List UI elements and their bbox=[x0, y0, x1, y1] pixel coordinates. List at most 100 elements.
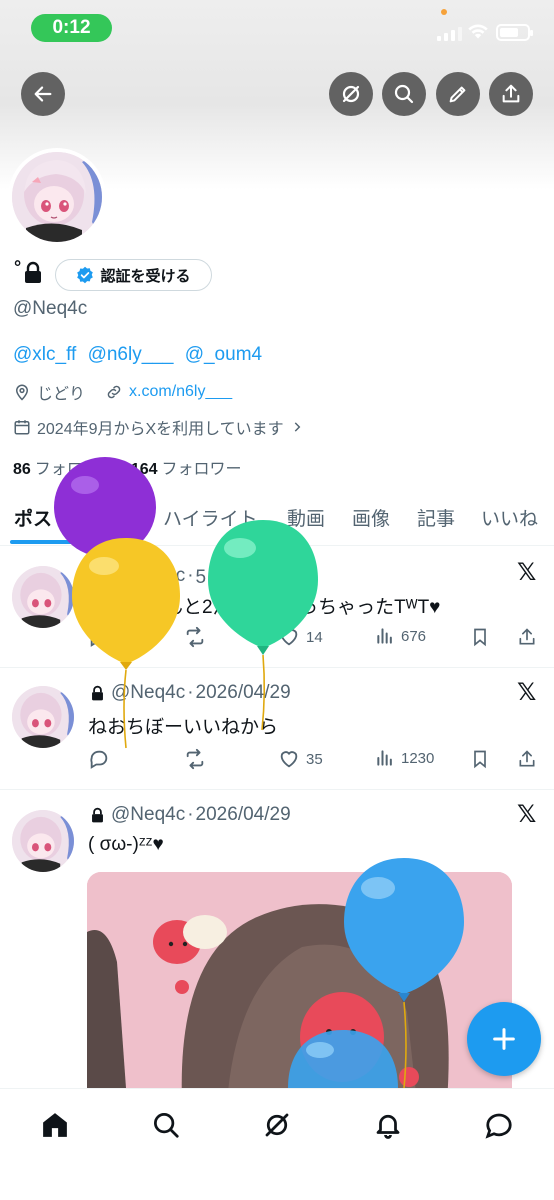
following-link[interactable]: 86 フォロー中 bbox=[13, 455, 115, 479]
tab-replies[interactable]: 返信 bbox=[98, 504, 136, 531]
views-chart-icon bbox=[377, 750, 392, 766]
x-logo-icon: 𝕏 bbox=[517, 679, 537, 706]
bio-mention-link[interactable]: @xlc_ff bbox=[13, 344, 76, 365]
share-post-button[interactable] bbox=[517, 748, 537, 770]
post-handle[interactable]: @Neq4c bbox=[111, 682, 185, 704]
tab-highlights[interactable]: ハイライト bbox=[163, 504, 258, 531]
nav-messages[interactable] bbox=[481, 1107, 517, 1143]
link-icon bbox=[107, 385, 121, 399]
view-count: 1230 bbox=[401, 749, 435, 767]
repost-button[interactable] bbox=[183, 748, 207, 770]
post-photo bbox=[87, 872, 512, 1102]
active-tab-indicator bbox=[10, 540, 79, 544]
repost-icon bbox=[186, 748, 204, 770]
compose-post-button[interactable] bbox=[467, 1002, 541, 1076]
share-icon bbox=[519, 628, 535, 645]
status-time: 0:12 bbox=[31, 14, 112, 42]
wifi-icon bbox=[468, 24, 488, 39]
like-button[interactable]: 35 bbox=[278, 748, 323, 770]
nav-search[interactable] bbox=[148, 1107, 184, 1143]
post-text: ねおちぼーいいねから bbox=[88, 717, 279, 738]
grok-button[interactable] bbox=[329, 72, 373, 116]
edit-button[interactable] bbox=[436, 72, 480, 116]
tab-images[interactable]: 画像 bbox=[352, 504, 390, 531]
profile-avatar[interactable] bbox=[8, 148, 106, 246]
bookmark-button[interactable] bbox=[470, 748, 490, 770]
post-timestamp[interactable]: 5日 bbox=[196, 562, 226, 589]
like-count: 14 bbox=[306, 628, 323, 646]
view-count: 676 bbox=[401, 627, 427, 645]
bookmark-button[interactable] bbox=[470, 626, 490, 648]
bookmark-icon bbox=[474, 628, 486, 647]
following-label: フォロー中 bbox=[34, 461, 115, 478]
post-item[interactable]: @Neq4c · 2026/04/29 𝕏 ねおちぼーいいねから 35 1230 bbox=[0, 668, 554, 790]
post-timestamp[interactable]: 2026/04/29 bbox=[196, 804, 291, 826]
post-avatar[interactable] bbox=[12, 686, 74, 748]
tab-likes[interactable]: いいね bbox=[481, 504, 538, 531]
like-count: 35 bbox=[306, 750, 323, 768]
tab-videos[interactable]: 動画 bbox=[287, 504, 325, 531]
tab-posts[interactable]: ポスト bbox=[14, 504, 71, 531]
repost-icon bbox=[186, 626, 204, 648]
signal-icon bbox=[437, 26, 462, 41]
reply-button[interactable] bbox=[88, 748, 110, 770]
post-separator: · bbox=[187, 564, 194, 586]
post-text: ( σω-)ᶻᶻ♥ bbox=[88, 834, 164, 855]
share-icon bbox=[502, 84, 520, 103]
views-button[interactable]: 1230 bbox=[375, 748, 434, 768]
share-icon bbox=[519, 750, 535, 767]
avatar-illustration bbox=[12, 152, 102, 242]
post-header: @Neq4c · 5日 bbox=[90, 562, 225, 589]
profile-website-link[interactable]: x.com/n6ly___ bbox=[129, 383, 232, 401]
like-button[interactable]: 14 bbox=[278, 626, 323, 648]
battery-icon bbox=[496, 24, 533, 41]
followers-count: 164 bbox=[130, 461, 158, 478]
search-button[interactable] bbox=[382, 72, 426, 116]
share-button[interactable] bbox=[489, 72, 533, 116]
repost-button[interactable] bbox=[183, 626, 207, 648]
reply-icon bbox=[90, 750, 108, 769]
bio-mention-link[interactable]: @n6ly___ bbox=[88, 344, 174, 365]
back-button[interactable] bbox=[21, 72, 65, 116]
pencil-icon bbox=[449, 86, 466, 103]
nav-home[interactable] bbox=[37, 1107, 73, 1143]
plus-icon bbox=[493, 1028, 515, 1050]
post-media-image[interactable] bbox=[87, 872, 512, 1102]
status-bar: 0:12 bbox=[0, 0, 554, 56]
share-post-button[interactable] bbox=[517, 626, 537, 648]
get-verified-button[interactable]: 認証を受ける bbox=[55, 259, 212, 291]
arrow-left-icon bbox=[34, 86, 52, 102]
location-pin-icon bbox=[15, 384, 29, 401]
post-separator: · bbox=[187, 682, 194, 703]
tab-articles[interactable]: 記事 bbox=[417, 504, 455, 531]
post-handle[interactable]: @Neq4c bbox=[111, 565, 185, 587]
profile-meta-row: じどり x.com/n6ly___ bbox=[13, 380, 232, 404]
profile-joined-row[interactable]: 2024年9月からXを利用しています bbox=[13, 415, 304, 439]
profile-location: じどり bbox=[37, 386, 86, 403]
views-chart-icon bbox=[377, 628, 392, 644]
bell-icon bbox=[376, 1114, 400, 1139]
bookmark-icon bbox=[474, 750, 486, 769]
profile-handle: @Neq4c bbox=[13, 298, 88, 319]
post-header: @Neq4c · 2026/04/29 bbox=[90, 804, 291, 826]
followers-link[interactable]: 164 フォロワー bbox=[131, 455, 242, 479]
lock-icon bbox=[92, 807, 103, 822]
bio-mention-link[interactable]: @_oum4 bbox=[185, 344, 262, 365]
get-verified-label: 認証を受ける bbox=[100, 267, 191, 285]
nav-notifications[interactable] bbox=[370, 1107, 406, 1143]
profile-joined-date: 2024年9月からXを利用しています bbox=[37, 421, 284, 438]
views-button[interactable]: 676 bbox=[375, 626, 426, 646]
calendar-icon bbox=[14, 420, 30, 435]
post-item[interactable]: @Neq4c · 5日 𝕏 ゆいなさんと2泊3日おわっちゃったTᵂT♥ 14 6… bbox=[0, 546, 554, 668]
x-logo-icon: 𝕏 bbox=[517, 559, 537, 586]
nav-grok[interactable] bbox=[259, 1107, 295, 1143]
post-header: @Neq4c · 2026/04/29 bbox=[90, 682, 291, 704]
post-handle[interactable]: @Neq4c bbox=[111, 804, 185, 826]
follow-stats: 86 フォロー中 164 フォロワー bbox=[13, 455, 242, 479]
post-avatar[interactable] bbox=[12, 566, 74, 628]
post-avatar[interactable] bbox=[12, 810, 74, 872]
reply-button[interactable] bbox=[88, 626, 110, 648]
profile-bio: @xlc_ff @n6ly___ @_oum4 bbox=[13, 344, 268, 366]
post-timestamp[interactable]: 2026/04/29 bbox=[196, 682, 291, 704]
heart-icon bbox=[280, 629, 298, 646]
